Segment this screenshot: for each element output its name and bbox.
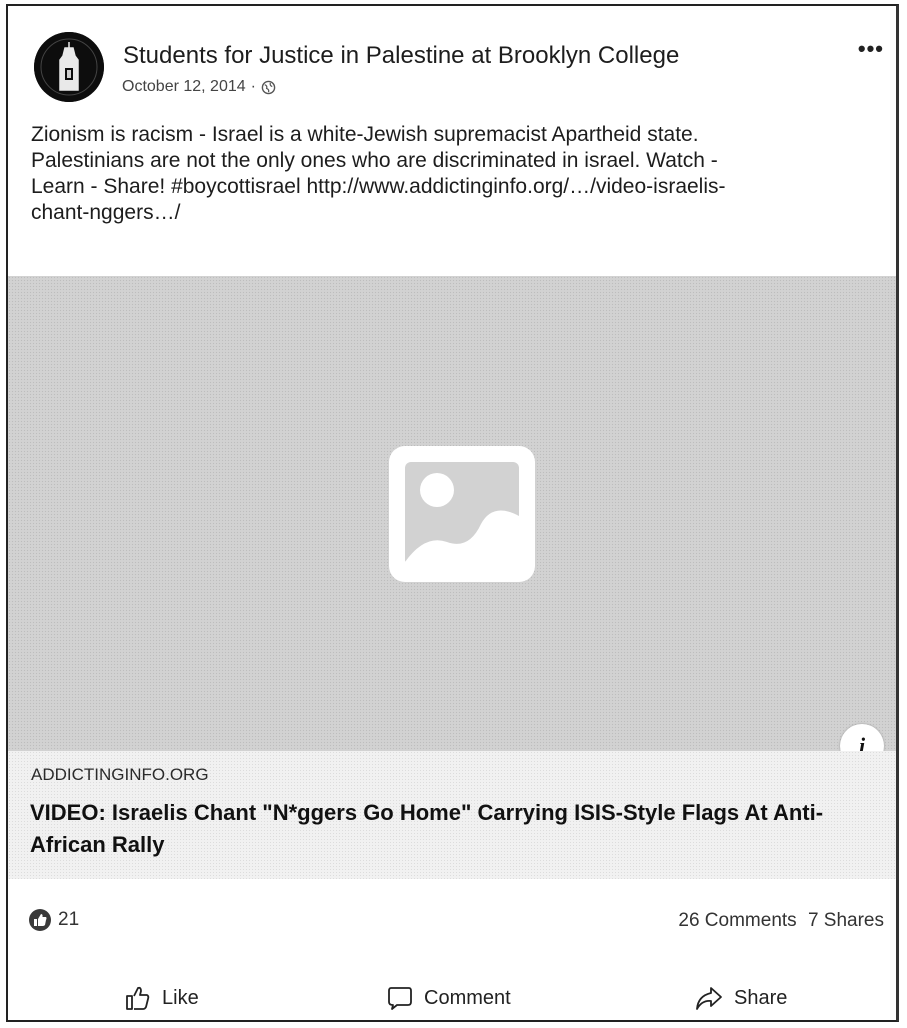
page-name[interactable]: Students for Justice in Palestine at Bro… <box>123 42 679 70</box>
post-card: Students for Justice in Palestine at Bro… <box>6 4 899 1022</box>
post-date[interactable]: October 12, 2014 <box>122 78 246 96</box>
share-label: Share <box>734 986 788 1009</box>
post-text-line: Zionism is racism - Israel is a white-Je… <box>31 123 699 146</box>
image-placeholder-icon <box>389 446 535 582</box>
reaction-count: 21 <box>58 909 80 930</box>
action-bar: Like Comment Share <box>8 976 896 1020</box>
post-text-line: Palestinians are not the only ones who a… <box>31 149 718 172</box>
post-text-line[interactable]: Learn - Share! #boycottisrael http://www… <box>31 174 881 200</box>
link-preview-meta[interactable]: ADDICTINGINFO.ORG VIDEO: Israelis Chant … <box>8 751 896 879</box>
like-reaction-icon <box>29 909 51 931</box>
comment-label: Comment <box>424 986 511 1009</box>
engagement-counts: 26 Comments 7 Shares <box>672 910 884 932</box>
like-label: Like <box>162 986 199 1009</box>
comments-count[interactable]: 26 Comments <box>678 910 796 931</box>
date-separator: · <box>250 78 256 95</box>
link-preview-image[interactable] <box>8 276 896 751</box>
link-domain: ADDICTINGINFO.ORG <box>31 765 209 784</box>
post-timestamp: October 12, 2014 · <box>122 78 276 96</box>
thumbs-up-icon <box>126 986 150 1010</box>
post-text-line[interactable]: chant-nggers…/ <box>31 200 881 226</box>
shares-count[interactable]: 7 Shares <box>808 910 884 931</box>
globe-icon <box>261 80 276 94</box>
avatar-logo-icon <box>34 32 104 102</box>
post-message: Zionism is racism - Israel is a white-Je… <box>31 122 881 226</box>
share-arrow-icon <box>696 987 722 1010</box>
comment-bubble-icon <box>388 987 412 1010</box>
share-button[interactable]: Share <box>694 984 787 1012</box>
more-options-button[interactable]: ••• <box>858 36 884 62</box>
link-title[interactable]: VIDEO: Israelis Chant "N*ggers Go Home" … <box>30 797 890 861</box>
page-avatar[interactable] <box>34 32 104 102</box>
reaction-summary[interactable]: 21 <box>28 908 79 932</box>
comment-button[interactable]: Comment <box>386 984 511 1012</box>
like-button[interactable]: Like <box>124 984 199 1012</box>
